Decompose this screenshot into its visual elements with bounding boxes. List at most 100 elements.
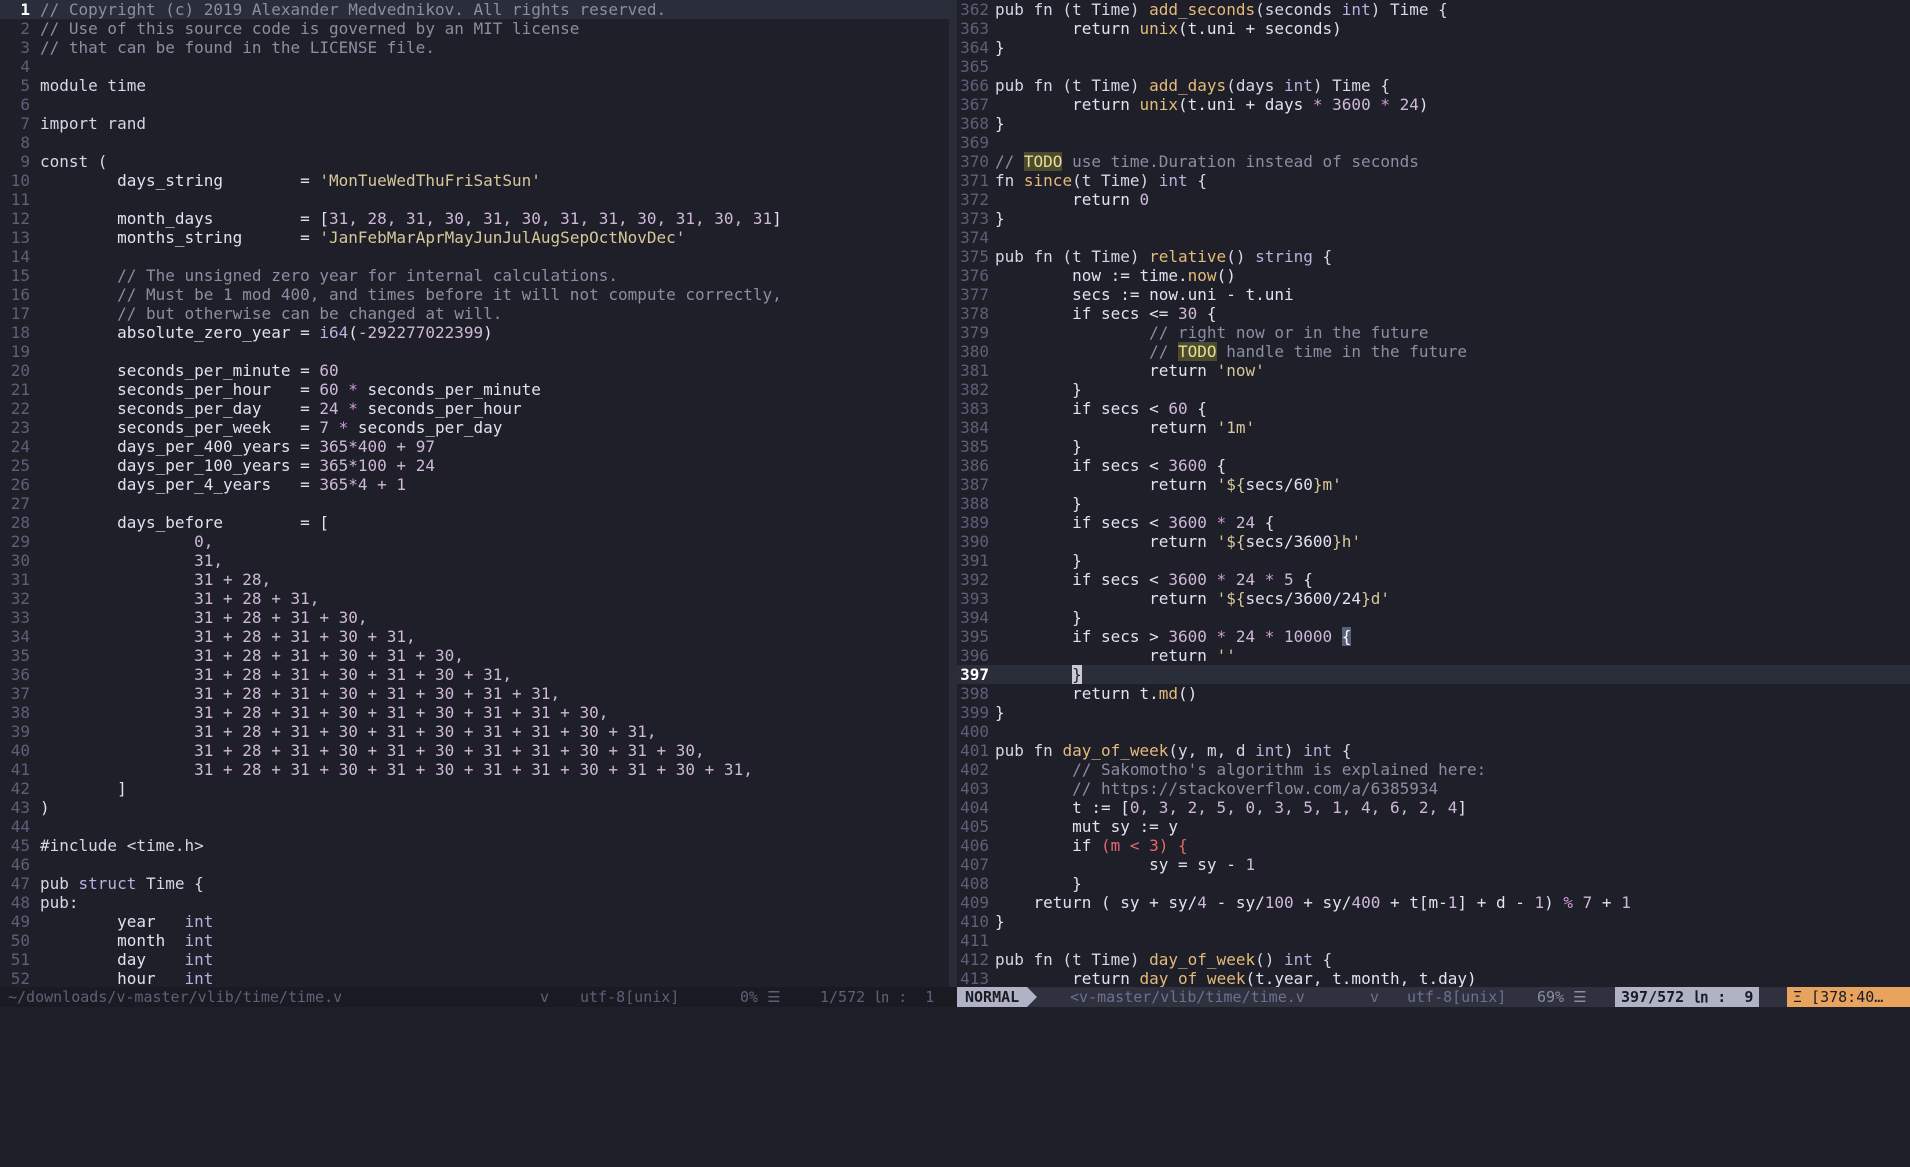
code-text[interactable]: seconds_per_day = 24 * seconds_per_hour	[40, 399, 522, 418]
editor-pane-right[interactable]: 362 pub fn (t Time) add_seconds(seconds i…	[957, 0, 1910, 987]
code-line[interactable]: 402 // Sakomotho's algorithm is explaine…	[957, 760, 1910, 779]
code-text[interactable]: }	[995, 114, 1005, 133]
code-text[interactable]: seconds_per_week = 7 * seconds_per_day	[40, 418, 502, 437]
code-text[interactable]: pub fn (t Time) day_of_week() int {	[995, 950, 1332, 969]
code-text[interactable]: sy = sy - 1	[995, 855, 1255, 874]
code-line[interactable]: 16 // Must be 1 mod 400, and times befor…	[0, 285, 949, 304]
code-line[interactable]: 392 if secs < 3600 * 24 * 5 {	[957, 570, 1910, 589]
code-line[interactable]: 28 days_before = [	[0, 513, 949, 532]
code-line[interactable]: 38 31 + 28 + 31 + 30 + 31 + 30 + 31 + 31…	[0, 703, 949, 722]
code-line[interactable]: 35 31 + 28 + 31 + 30 + 31 + 30,	[0, 646, 949, 665]
code-line[interactable]: 368}	[957, 114, 1910, 133]
code-text[interactable]: 31 + 28 + 31 + 30 + 31 + 30 + 31 + 31 + …	[40, 741, 705, 760]
code-line[interactable]: 389 if secs < 3600 * 24 {	[957, 513, 1910, 532]
code-line[interactable]: 13 months_string = 'JanFebMarAprMayJunJu…	[0, 228, 949, 247]
code-line[interactable]: 6	[0, 95, 949, 114]
code-line[interactable]: 380 // TODO handle time in the future	[957, 342, 1910, 361]
code-text[interactable]: // right now or in the future	[995, 323, 1428, 342]
code-text[interactable]: 31,	[40, 551, 223, 570]
code-text[interactable]: // The unsigned zero year for internal c…	[40, 266, 618, 285]
code-line[interactable]: 371 fn since(t Time) int {	[957, 171, 1910, 190]
code-line[interactable]: 25 days_per_100_years = 365*100 + 24	[0, 456, 949, 475]
code-text[interactable]: 31 + 28 + 31 + 30 + 31 + 30 + 31 + 31 + …	[40, 703, 608, 722]
code-line[interactable]: 22 seconds_per_day = 24 * seconds_per_ho…	[0, 399, 949, 418]
code-text[interactable]: )	[40, 798, 50, 817]
code-line[interactable]: 46	[0, 855, 949, 874]
code-text[interactable]: pub struct Time {	[40, 874, 204, 893]
code-text[interactable]: 31 + 28 + 31 + 30 + 31 + 30 + 31 + 31,	[40, 684, 560, 703]
code-text[interactable]: module time	[40, 76, 146, 95]
code-line[interactable]: 385 }	[957, 437, 1910, 456]
code-text[interactable]: days_per_100_years = 365*100 + 24	[40, 456, 435, 475]
code-line[interactable]: 369	[957, 133, 1910, 152]
code-text[interactable]: }	[995, 437, 1082, 456]
code-line[interactable]: 395 if secs > 3600 * 24 * 10000 {	[957, 627, 1910, 646]
code-text[interactable]: pub fn (t Time) add_seconds(seconds int)…	[995, 0, 1448, 19]
code-text[interactable]: days_string = 'MonTueWedThuFriSatSun'	[40, 171, 541, 190]
code-line[interactable]: 48 pub:	[0, 893, 949, 912]
code-text[interactable]: mut sy := y	[995, 817, 1178, 836]
code-line[interactable]: 14	[0, 247, 949, 266]
code-text[interactable]: }	[995, 38, 1005, 57]
code-line[interactable]: 40 31 + 28 + 31 + 30 + 31 + 30 + 31 + 31…	[0, 741, 949, 760]
code-text[interactable]: return 0	[995, 190, 1149, 209]
code-text[interactable]: }	[995, 703, 1005, 722]
code-line[interactable]: 387 return '${secs/60}m'	[957, 475, 1910, 494]
code-line[interactable]: 394 }	[957, 608, 1910, 627]
code-text[interactable]: const (	[40, 152, 107, 171]
code-text[interactable]: }	[995, 874, 1082, 893]
code-text[interactable]: month int	[40, 931, 213, 950]
code-line[interactable]: 379 // right now or in the future	[957, 323, 1910, 342]
code-text[interactable]: if secs < 3600 {	[995, 456, 1226, 475]
code-text[interactable]: if secs < 3600 * 24 * 5 {	[995, 570, 1313, 589]
code-text[interactable]: return day_of_week(t.year, t.month, t.da…	[995, 969, 1477, 987]
code-line[interactable]: 26 days_per_4_years = 365*4 + 1	[0, 475, 949, 494]
code-line[interactable]: 31 31 + 28,	[0, 570, 949, 589]
code-text[interactable]: pub fn (t Time) add_days(days int) Time …	[995, 76, 1390, 95]
code-line[interactable]: 391 }	[957, 551, 1910, 570]
code-line[interactable]: 413 return day_of_week(t.year, t.month, …	[957, 969, 1910, 987]
code-text[interactable]: 31 + 28 + 31 + 30,	[40, 608, 367, 627]
code-line[interactable]: 376 now := time.now()	[957, 266, 1910, 285]
code-text[interactable]: month_days = [31, 28, 31, 30, 31, 30, 31…	[40, 209, 782, 228]
code-text[interactable]: }	[995, 380, 1082, 399]
code-line[interactable]: 377 secs := now.uni - t.uni	[957, 285, 1910, 304]
code-line[interactable]: 388 }	[957, 494, 1910, 513]
code-line[interactable]: 412 pub fn (t Time) day_of_week() int {	[957, 950, 1910, 969]
code-line[interactable]: 32 31 + 28 + 31,	[0, 589, 949, 608]
code-text[interactable]: days_before = [	[40, 513, 329, 532]
code-line[interactable]: 11	[0, 190, 949, 209]
code-line[interactable]: 17 // but otherwise can be changed at wi…	[0, 304, 949, 323]
code-line[interactable]: 386 if secs < 3600 {	[957, 456, 1910, 475]
code-text[interactable]: return '${secs/60}m'	[995, 475, 1342, 494]
code-text[interactable]: return unix(t.uni + days * 3600 * 24)	[995, 95, 1428, 114]
code-text[interactable]: if secs <= 30 {	[995, 304, 1217, 323]
code-line[interactable]: 19	[0, 342, 949, 361]
code-text[interactable]: 31 + 28 + 31 + 30 + 31 + 30 + 31 + 31 + …	[40, 760, 753, 779]
code-line[interactable]: 21 seconds_per_hour = 60 * seconds_per_m…	[0, 380, 949, 399]
code-line[interactable]: 384 return '1m'	[957, 418, 1910, 437]
code-text[interactable]: days_per_400_years = 365*400 + 97	[40, 437, 435, 456]
code-text[interactable]: pub fn (t Time) relative() string {	[995, 247, 1332, 266]
code-text[interactable]: if secs > 3600 * 24 * 10000 {	[995, 627, 1352, 646]
code-line[interactable]: 27	[0, 494, 949, 513]
code-text[interactable]: hour int	[40, 969, 213, 987]
code-line[interactable]: 393 return '${secs/3600/24}d'	[957, 589, 1910, 608]
code-line[interactable]: 373}	[957, 209, 1910, 228]
code-text[interactable]: if secs < 3600 * 24 {	[995, 513, 1274, 532]
code-text[interactable]: 31 + 28 + 31 + 30 + 31 + 30,	[40, 646, 464, 665]
code-line[interactable]: 403 // https://stackoverflow.com/a/63859…	[957, 779, 1910, 798]
code-text[interactable]: }	[995, 209, 1005, 228]
code-line[interactable]: 1 // Copyright (c) 2019 Alexander Medvedn…	[0, 0, 949, 19]
code-text[interactable]: return unix(t.uni + seconds)	[995, 19, 1342, 38]
code-text[interactable]: return '1m'	[995, 418, 1255, 437]
code-text[interactable]: months_string = 'JanFebMarAprMayJunJulAu…	[40, 228, 685, 247]
code-text[interactable]: return '${secs/3600/24}d'	[995, 589, 1390, 608]
code-line[interactable]: 47 pub struct Time {	[0, 874, 949, 893]
code-line[interactable]: 45 #include <time.h>	[0, 836, 949, 855]
code-text[interactable]: // https://stackoverflow.com/a/6385934	[995, 779, 1438, 798]
code-text[interactable]: absolute_zero_year = i64(-292277022399)	[40, 323, 493, 342]
code-text[interactable]: if (m < 3) {	[995, 836, 1188, 855]
code-line[interactable]: 15 // The unsigned zero year for interna…	[0, 266, 949, 285]
code-text[interactable]: // but otherwise can be changed at will.	[40, 304, 502, 323]
